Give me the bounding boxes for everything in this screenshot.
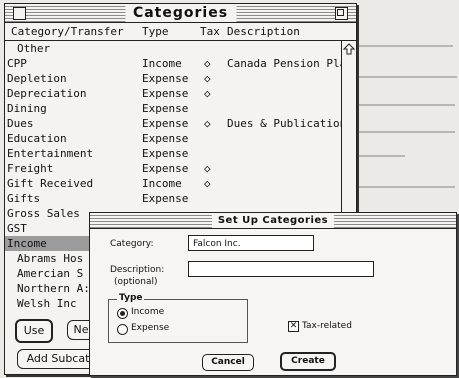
category-name: Amercian S	[17, 267, 84, 280]
category-name: Entertainment	[7, 147, 94, 160]
category-type: Expense	[142, 132, 189, 145]
category-row[interactable]: Education Expense	[5, 131, 341, 146]
column-header-description[interactable]: Description	[227, 23, 300, 40]
category-type: Expense	[142, 102, 189, 115]
category-name: CPP	[7, 57, 27, 70]
income-radio-label[interactable]: Income	[131, 307, 164, 317]
category-type: Income	[142, 57, 182, 70]
description-field[interactable]	[188, 261, 374, 277]
category-row[interactable]: Gifts Expense	[5, 191, 341, 206]
category-name: GST	[7, 222, 27, 235]
category-name: Other	[17, 42, 51, 55]
category-tax-marker: ◇	[204, 177, 211, 190]
column-header-tax[interactable]: Tax	[200, 23, 220, 40]
tax-related-label[interactable]: Tax-related	[302, 321, 352, 331]
category-tax-marker: ◇	[204, 72, 211, 85]
category-tax-marker: ◇	[204, 162, 211, 175]
create-button[interactable]: Create	[280, 352, 336, 371]
add-subcategory-button[interactable]: Add Subcat	[17, 349, 99, 369]
window-title: Categories	[124, 4, 237, 22]
category-row[interactable]: Gift Received Income ◇	[5, 176, 341, 191]
tax-related-checkbox[interactable]: ✕	[288, 321, 299, 332]
zoom-box[interactable]	[335, 7, 348, 20]
category-type: Income	[142, 177, 182, 190]
category-name: Abrams Hos	[17, 252, 84, 265]
type-group: Type Income Expense	[108, 293, 248, 343]
category-name: Depletion	[7, 72, 67, 85]
dialog-title-bar[interactable]: Set Up Categories	[90, 213, 456, 229]
category-name: Education	[7, 132, 67, 145]
use-button[interactable]: Use	[15, 319, 53, 343]
category-name: Gross Sales	[7, 207, 80, 220]
category-type: Expense	[142, 117, 189, 130]
category-tax-marker: ◇	[204, 57, 211, 70]
category-type: Expense	[142, 147, 189, 160]
category-name: Gift Received	[7, 177, 94, 190]
dialog-title: Set Up Categories	[211, 213, 335, 228]
category-name: Freight	[7, 162, 54, 175]
category-description: Canada Pension Plan	[227, 57, 341, 70]
column-header: Category/Transfer Type Tax Description	[5, 23, 356, 41]
category-row[interactable]: Depreciation Expense ◇	[5, 86, 341, 101]
close-box[interactable]	[13, 7, 26, 20]
category-name: Dues	[7, 117, 34, 130]
category-row[interactable]: Depletion Expense ◇	[5, 71, 341, 86]
category-type: Expense	[142, 192, 189, 205]
description-optional-label: (optional)	[114, 277, 158, 287]
type-group-label: Type	[117, 293, 145, 303]
category-name: Welsh Inc	[17, 297, 77, 310]
category-name: Gifts	[7, 192, 41, 205]
title-bar[interactable]: Categories	[5, 4, 356, 23]
category-name: Income	[7, 237, 47, 250]
income-radio[interactable]	[117, 308, 128, 319]
category-tax-marker: ◇	[204, 117, 211, 130]
description-label: Description:	[110, 265, 165, 275]
scroll-up-arrow-icon[interactable]	[343, 43, 355, 55]
category-description: Dues & Publications	[227, 117, 341, 130]
category-type: Expense	[142, 87, 189, 100]
column-header-category[interactable]: Category/Transfer	[11, 23, 124, 40]
category-type: Expense	[142, 72, 189, 85]
category-type: Expense	[142, 162, 189, 175]
category-row[interactable]: Dining Expense	[5, 101, 341, 116]
setup-categories-dialog: Set Up Categories Category: Falcon Inc. …	[89, 212, 457, 376]
category-tax-marker: ◇	[204, 87, 211, 100]
expense-radio-label[interactable]: Expense	[131, 323, 169, 333]
category-row[interactable]: Freight Expense ◇	[5, 161, 341, 176]
category-row[interactable]: CPP Income ◇ Canada Pension Plan	[5, 56, 341, 71]
expense-radio[interactable]	[117, 324, 128, 335]
category-name: Depreciation	[7, 87, 87, 100]
cancel-button[interactable]: Cancel	[202, 354, 254, 371]
category-row[interactable]: Other	[5, 41, 341, 56]
category-field[interactable]: Falcon Inc.	[188, 235, 314, 251]
category-name: Dining	[7, 102, 47, 115]
category-row[interactable]: Dues Expense ◇ Dues & Publications	[5, 116, 341, 131]
category-label: Category:	[110, 239, 154, 249]
category-row[interactable]: Entertainment Expense	[5, 146, 341, 161]
category-name: Northern A:	[17, 282, 90, 295]
column-header-type[interactable]: Type	[142, 23, 169, 40]
